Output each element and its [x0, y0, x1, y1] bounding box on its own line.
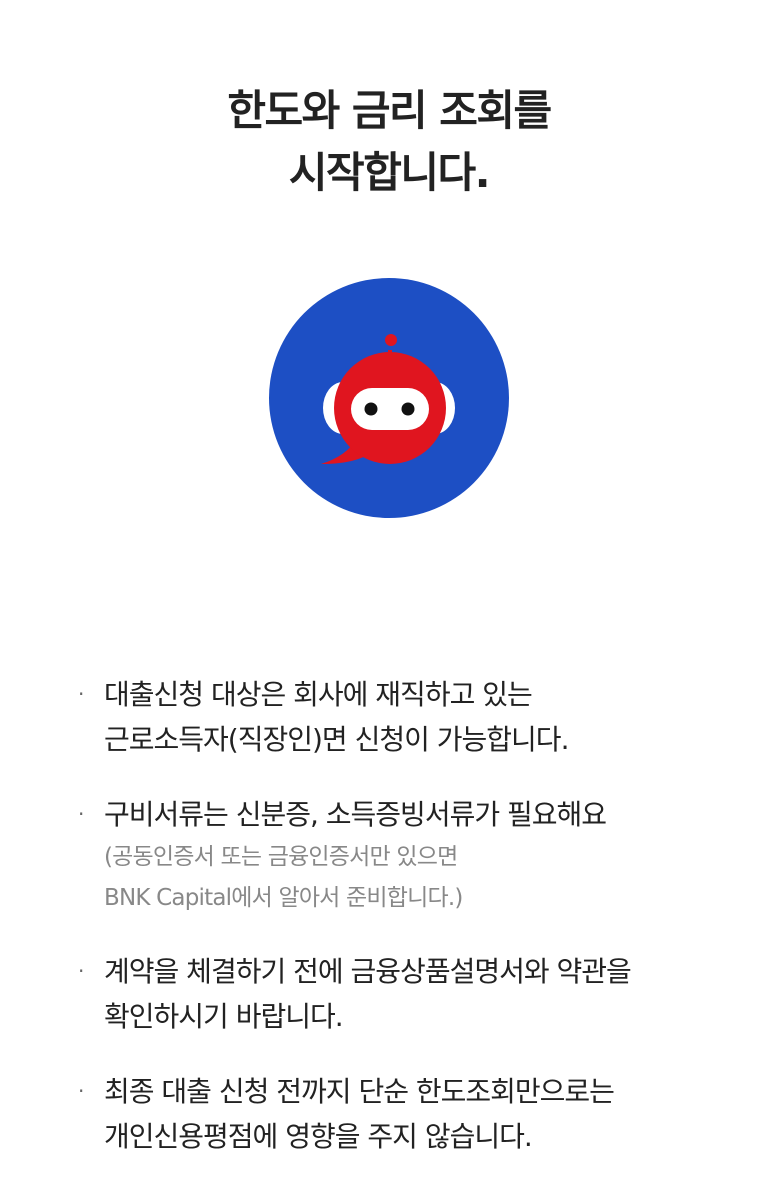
notice-item-contract: · 계약을 체결하기 전에 금융상품설명서와 약관을 확인하시기 바랍니다.	[74, 949, 714, 1039]
page-title-line-2: 시작합니다.	[288, 148, 491, 197]
notice-text: 근로소득자(직장인)면 신청이 가능합니다.	[104, 723, 569, 756]
bullet-icon: ·	[78, 682, 85, 706]
notice-subtext: BNK Capital에서 알아서 준비합니다.)	[104, 885, 463, 911]
notice-text: 계약을 체결하기 전에 금융상품설명서와 약관을	[104, 955, 632, 988]
notice-text: 최종 대출 신청 전까지 단순 한도조회만으로는	[104, 1075, 615, 1108]
notice-list: · 대출신청 대상은 회사에 재직하고 있는 근로소득자(직장인)면 신청이 가…	[74, 672, 714, 1189]
notice-text: 구비서류는 신분증, 소득증빙서류가 필요해요	[104, 798, 607, 831]
bullet-icon: ·	[78, 1079, 85, 1103]
notice-text: 대출신청 대상은 회사에 재직하고 있는	[104, 678, 533, 711]
notice-item-eligibility: · 대출신청 대상은 회사에 재직하고 있는 근로소득자(직장인)면 신청이 가…	[74, 672, 714, 762]
notice-item-credit-score: · 최종 대출 신청 전까지 단순 한도조회만으로는 개인신용평점에 영향을 주…	[74, 1069, 714, 1159]
page-title: 한도와 금리 조회를 시작합니다.	[0, 80, 778, 204]
bullet-icon: ·	[78, 802, 85, 826]
notice-text: 개인신용평점에 영향을 주지 않습니다.	[104, 1120, 533, 1153]
bullet-icon: ·	[78, 959, 85, 983]
page-title-line-1: 한도와 금리 조회를	[227, 86, 552, 135]
notice-subtext: (공동인증서 또는 금융인증서만 있으면	[104, 844, 458, 870]
notice-text: 확인하시기 바랍니다.	[104, 1000, 344, 1033]
notice-item-documents: · 구비서류는 신분증, 소득증빙서류가 필요해요 (공동인증서 또는 금융인증…	[74, 792, 714, 919]
robot-chat-icon	[269, 278, 509, 518]
